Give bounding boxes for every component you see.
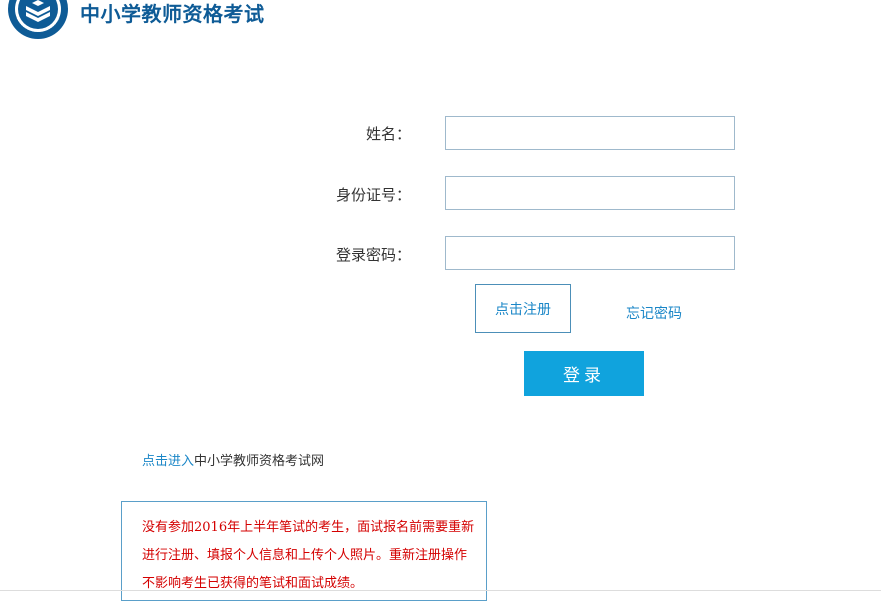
register-button[interactable]: 点击注册	[475, 284, 571, 333]
name-input[interactable]	[445, 116, 735, 150]
password-input[interactable]	[445, 236, 735, 270]
name-label: 姓名：	[365, 125, 411, 143]
password-label: 登录密码：	[335, 246, 411, 264]
bottom-divider	[0, 590, 881, 591]
login-button[interactable]: 登录	[524, 351, 644, 396]
enter-portal-link[interactable]: 点击进入	[142, 454, 194, 469]
forgot-password-link[interactable]: 忘记密码	[626, 303, 682, 323]
notice-box: 没有参加2016年上半年笔试的考生，面试报名前需要重新进行注册、填报个人信息和上…	[121, 501, 487, 601]
portal-site-name: 中小学教师资格考试网	[194, 454, 325, 469]
id-number-label: 身份证号：	[335, 186, 411, 204]
logo-seal-icon	[8, 0, 68, 39]
notice-text: 没有参加2016年上半年笔试的考生，面试报名前需要重新进行注册、填报个人信息和上…	[142, 520, 475, 591]
portal-link-line: 点击进入中小学教师资格考试网	[142, 450, 324, 469]
id-number-input[interactable]	[445, 176, 735, 210]
site-title: 中小学教师资格考试	[80, 2, 265, 26]
